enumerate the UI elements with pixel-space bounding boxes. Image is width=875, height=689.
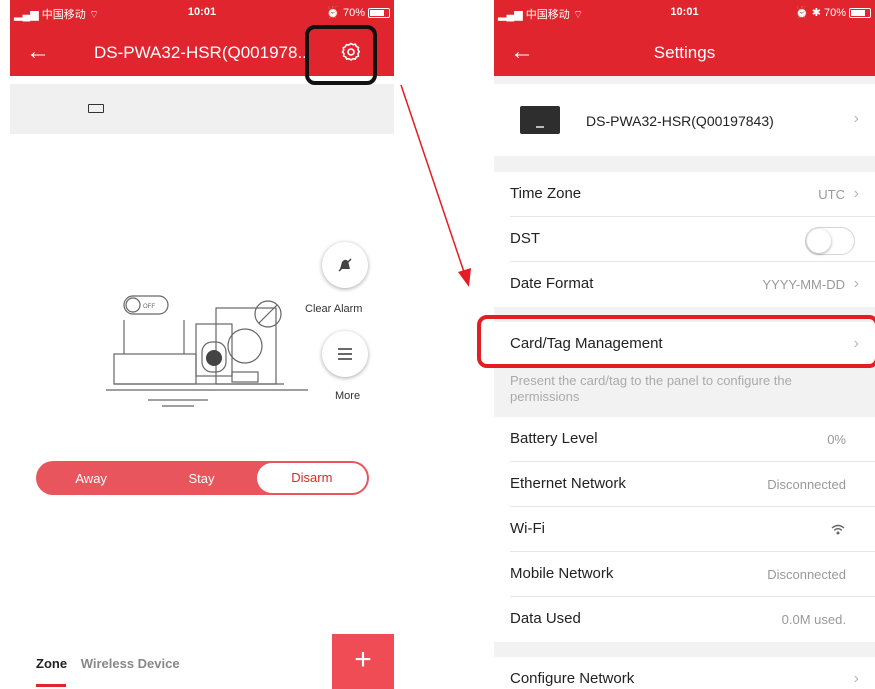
chevron-right-icon: › <box>853 670 859 687</box>
time-zone-row[interactable]: Time Zone UTC › <box>494 172 875 217</box>
wifi-label: Wi-Fi <box>510 520 545 537</box>
status-bar: ▂▄▆ 中国移动 ⌔ 10:01 ⏰ 70% <box>14 6 390 22</box>
status-bar: ▂▄▆ 中国移动 ⌔ 10:01 ⏰ ✱ 70% <box>498 6 871 22</box>
status-right: ⏰ 70% <box>326 6 390 19</box>
clear-alarm-button[interactable] <box>322 242 368 288</box>
battery-level-label: Battery Level <box>510 430 598 447</box>
more-label: More <box>335 390 361 402</box>
chevron-right-icon: › <box>853 185 859 202</box>
wifi-row: Wi-Fi <box>494 507 875 552</box>
device-info-row[interactable]: DS-PWA32-HSR(Q00197843) › <box>494 84 875 156</box>
time-zone-value: UTC <box>818 187 845 202</box>
chevron-right-icon: › <box>853 275 859 292</box>
page-title: Settings <box>653 43 716 62</box>
bell-mute-icon <box>338 258 352 272</box>
back-button[interactable]: ← <box>26 40 50 64</box>
disarm-mode-button[interactable]: Disarm <box>256 463 367 493</box>
configure-network-label: Configure Network <box>510 670 635 687</box>
device-illustration: OFF <box>106 295 308 407</box>
tab-zone-indicator <box>36 684 66 687</box>
data-used-value: 0.0M used. <box>781 612 846 627</box>
arrow-annotation <box>400 84 471 287</box>
stay-mode-button[interactable]: Stay <box>146 471 256 486</box>
ethernet-row: Ethernet Network Disconnected <box>494 462 875 507</box>
mobile-network-value: Disconnected <box>767 567 846 582</box>
configure-network-row[interactable]: Configure Network › <box>494 657 875 689</box>
left-screen: ▂▄▆ 中国移动 ⌔ 10:01 ⏰ 70% ← DS-PWA32-HSR(Q0… <box>10 0 394 689</box>
date-format-value: YYYY-MM-DD <box>762 277 845 292</box>
add-button[interactable]: + <box>332 634 394 689</box>
chevron-right-icon: › <box>853 110 859 127</box>
card-tag-hint: Present the card/tag to the panel to con… <box>510 373 792 404</box>
clear-alarm-label: Clear Alarm <box>305 303 363 315</box>
date-format-row[interactable]: Date Format YYYY-MM-DD › <box>494 262 875 307</box>
away-mode-button[interactable]: Away <box>36 471 146 486</box>
device-status-band <box>10 84 394 134</box>
dst-toggle[interactable] <box>805 227 855 255</box>
menu-icon <box>338 348 352 360</box>
off-label: OFF <box>143 304 155 310</box>
top-bar: ▂▄▆ 中国移动 ⌔ 10:01 ⏰ ✱ 70% ← Settings <box>494 0 875 76</box>
data-used-label: Data Used <box>510 610 581 627</box>
wifi-icon <box>831 524 845 535</box>
battery-level-row: Battery Level 0% <box>494 417 875 462</box>
data-used-row: Data Used 0.0M used. <box>494 597 875 642</box>
device-thumbnail <box>520 106 560 134</box>
battery-icon <box>368 7 390 18</box>
settings-highlight-box <box>305 25 377 85</box>
ethernet-value: Disconnected <box>767 477 846 492</box>
card-tag-highlight-box <box>477 315 875 368</box>
device-battery-icon <box>88 104 104 113</box>
dst-row: DST <box>494 217 875 262</box>
bottom-tabs: Zone Wireless Device <box>36 656 180 671</box>
ethernet-label: Ethernet Network <box>510 475 626 492</box>
battery-level-value: 0% <box>827 432 846 447</box>
device-name: DS-PWA32-HSR(Q00197843) <box>586 113 774 129</box>
tab-wireless-device[interactable]: Wireless Device <box>81 656 180 671</box>
device-title: DS-PWA32-HSR(Q001978.. <box>94 43 307 62</box>
time-zone-label: Time Zone <box>510 185 582 202</box>
arm-mode-selector: Away Stay Disarm <box>36 461 369 495</box>
battery-icon <box>849 7 871 18</box>
date-format-label: Date Format <box>510 275 594 292</box>
status-right: ⏰ ✱ 70% <box>795 6 871 19</box>
mobile-network-label: Mobile Network <box>510 565 614 582</box>
mobile-network-row: Mobile Network Disconnected <box>494 552 875 597</box>
more-button[interactable] <box>322 331 368 377</box>
dst-label: DST <box>510 230 540 247</box>
tab-zone[interactable]: Zone <box>36 656 67 671</box>
